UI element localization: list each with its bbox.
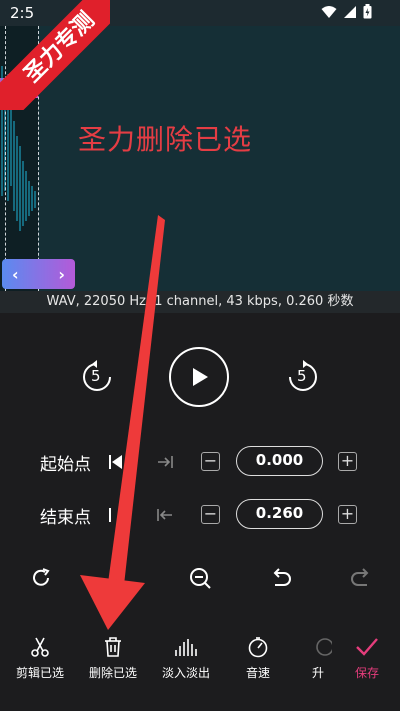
start-decrement-button[interactable]: − [201,452,220,471]
start-point-row: 起始点 − 0.000 + [0,446,400,478]
screen: 2:5 圣力删除已选 ‹ › 圣力专测 WAV, 22050 Hz, 1 cha… [0,0,400,711]
jump-to-end-icon[interactable] [107,505,127,525]
play-button[interactable] [169,347,229,407]
fade-button[interactable]: 淡入淡出 [151,628,221,688]
jump-to-start-icon[interactable] [107,452,127,472]
cut-selection-label: 剪辑已选 [15,666,64,680]
signal-icon [344,5,356,18]
fade-wave-icon [175,639,197,656]
rewind-5-button[interactable]: 5 [80,360,114,394]
undo-icon[interactable] [268,565,294,591]
selection-nav-pill[interactable]: ‹ › [2,259,75,289]
save-button[interactable]: 保存 [332,628,400,688]
corner-badge-wrap: 圣力专测 [0,0,110,110]
end-point-label: 结束点 [40,508,91,528]
zoom-out-icon[interactable] [187,565,213,591]
fade-label: 淡入淡出 [161,666,210,680]
rewind-seconds: 5 [91,367,101,385]
reset-icon[interactable] [28,565,54,591]
chevron-right-icon[interactable]: › [58,265,65,284]
end-increment-button[interactable]: + [338,505,357,524]
playback-controls: 5 5 [0,345,400,409]
forward-5-button[interactable]: 5 [286,360,320,394]
delete-selection-button[interactable]: 删除已选 [78,628,148,688]
start-point-label: 起始点 [40,455,91,475]
end-value-field[interactable]: 0.260 [236,499,323,529]
save-label: 保存 [354,666,379,680]
bottom-toolbar: 剪辑已选 删除已选 淡入淡出 音速 升 保存 [0,628,400,690]
tool-row [0,565,400,593]
play-icon [193,368,208,386]
start-value-field[interactable]: 0.000 [236,446,323,476]
delete-selection-label: 删除已选 [88,666,137,680]
overlay-caption: 圣力删除已选 [78,123,253,156]
checkmark-icon [356,638,378,656]
wifi-icon [321,5,337,18]
scissors-icon [31,637,49,657]
audio-info: WAV, 22050 Hz, 1 channel, 43 kbps, 0.260… [0,291,400,313]
start-increment-button[interactable]: + [338,452,357,471]
redo-icon[interactable] [348,565,374,591]
chevron-left-icon[interactable]: ‹ [12,265,19,284]
cut-selection-button[interactable]: 剪辑已选 [5,628,75,688]
set-start-icon[interactable] [155,452,175,472]
corner-badge: 圣力专测 [0,0,110,110]
speed-label: 音速 [245,666,270,680]
battery-icon [363,4,372,19]
speedometer-icon [248,637,268,658]
speed-button[interactable]: 音速 [223,628,293,688]
forward-seconds: 5 [297,367,307,385]
end-point-row: 结束点 − 0.260 + [0,499,400,531]
set-end-icon[interactable] [155,505,175,525]
trash-icon [105,637,121,657]
status-icons [321,4,372,19]
end-decrement-button[interactable]: − [201,505,220,524]
